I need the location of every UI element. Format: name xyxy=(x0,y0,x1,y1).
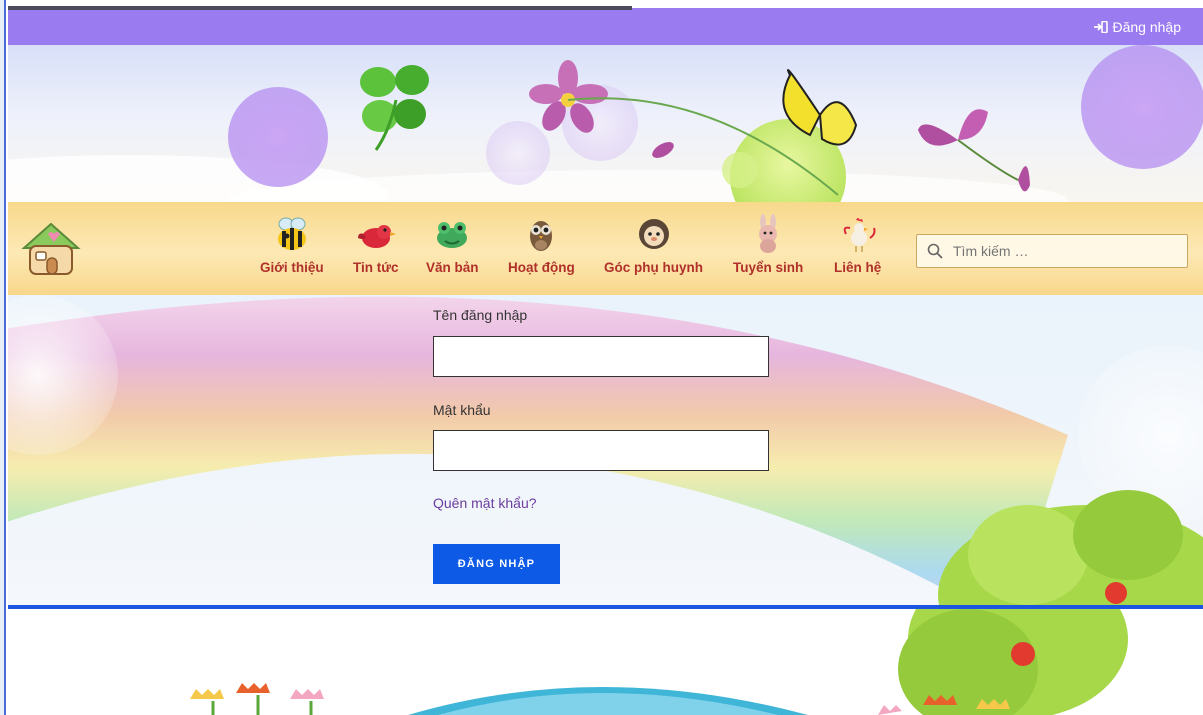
search-box[interactable] xyxy=(916,234,1188,268)
menu-label: Văn bản xyxy=(426,260,479,275)
rabbit-icon xyxy=(759,214,778,253)
menu-label: Tin tức xyxy=(353,260,399,275)
menu-item-gioi-thieu[interactable]: Giới thiệu xyxy=(260,214,324,275)
menu-item-van-ban[interactable]: Văn bản xyxy=(426,214,479,275)
search-icon xyxy=(927,243,943,259)
menu-label: Hoạt động xyxy=(508,260,575,275)
tulip-row-left xyxy=(190,683,324,715)
login-link[interactable]: Đăng nhập xyxy=(1094,19,1181,35)
top-bar: Đăng nhập xyxy=(8,8,1203,45)
header-banner xyxy=(8,45,1203,202)
password-input[interactable] xyxy=(433,430,769,471)
rooster-icon xyxy=(843,218,876,252)
hedgehog-icon xyxy=(638,219,669,249)
home-logo-icon[interactable] xyxy=(20,220,82,278)
main-navigation: Giới thiệu Tin tức Văn bản Hoạt động Góc… xyxy=(8,202,1203,295)
login-submit-button[interactable]: ĐĂNG NHẬP xyxy=(433,544,560,584)
section-divider xyxy=(8,605,1203,609)
menu-label: Liên hệ xyxy=(834,260,882,275)
footer-illustration xyxy=(190,609,1128,715)
window-left-edge xyxy=(0,0,6,715)
menu-item-hoat-dong[interactable]: Hoạt động xyxy=(508,214,575,275)
bee-icon xyxy=(277,217,306,250)
menu-item-tin-tuc[interactable]: Tin tức xyxy=(353,214,399,275)
username-input[interactable] xyxy=(433,336,769,377)
login-link-label: Đăng nhập xyxy=(1112,19,1181,35)
owl-icon xyxy=(530,221,553,251)
banner-illustration xyxy=(8,45,1203,202)
sign-in-icon xyxy=(1094,21,1109,33)
menu-item-lien-he[interactable]: Liên hệ xyxy=(834,214,881,275)
menu-label: Góc phụ huynh xyxy=(604,260,703,275)
menu-item-goc-phu-huynh[interactable]: Góc phụ huynh xyxy=(604,214,703,275)
footer-illustration-area xyxy=(8,609,1203,715)
frog-icon xyxy=(437,222,468,248)
username-label: Tên đăng nhập xyxy=(433,307,528,323)
menu-label: Tuyển sinh xyxy=(733,260,804,275)
menu-item-tuyen-sinh[interactable]: Tuyển sinh xyxy=(733,214,803,275)
login-section: Tên đăng nhập Mật khẩu Quên mật khẩu? ĐĂ… xyxy=(8,295,1203,606)
search-input[interactable] xyxy=(951,242,1175,260)
forgot-password-link[interactable]: Quên mật khẩu? xyxy=(433,495,537,511)
password-label: Mật khẩu xyxy=(433,402,491,418)
page-load-bar xyxy=(8,6,632,10)
menu-label: Giới thiệu xyxy=(260,260,324,275)
bird-icon xyxy=(357,225,396,248)
